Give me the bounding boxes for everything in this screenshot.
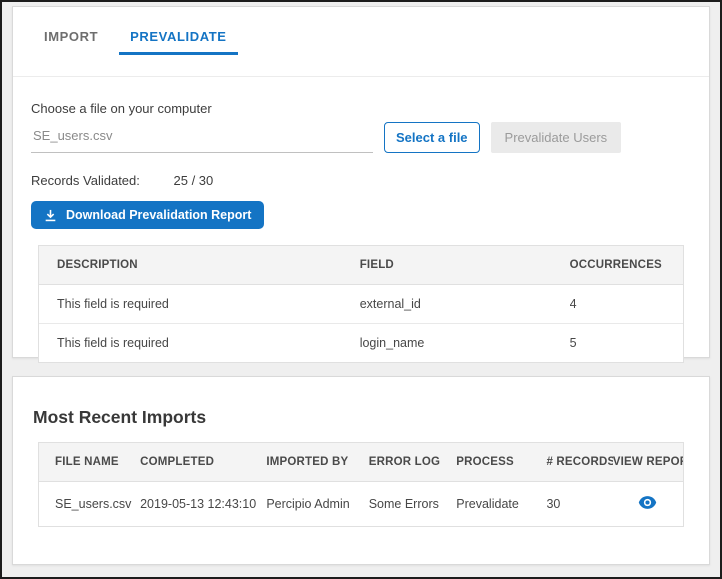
column-header-records: # RECORDS bbox=[546, 443, 612, 482]
recent-imports-header-row: FILE NAME COMPLETED IMPORTED BY ERROR LO… bbox=[39, 443, 683, 482]
cell-field: external_id bbox=[360, 285, 570, 324]
column-header-field: FIELD bbox=[360, 246, 570, 285]
cell-occurrences: 5 bbox=[570, 324, 683, 363]
column-header-imported-by: IMPORTED BY bbox=[266, 443, 368, 482]
column-header-error-log: ERROR LOG bbox=[369, 443, 457, 482]
download-icon bbox=[44, 209, 57, 222]
cell-process: Prevalidate bbox=[456, 482, 546, 527]
column-header-view-report: VIEW REPORT bbox=[613, 443, 683, 482]
column-header-occurrences: OCCURRENCES bbox=[570, 246, 683, 285]
recent-imports-content: FILE NAME COMPLETED IMPORTED BY ERROR LO… bbox=[13, 442, 709, 527]
cell-view-report bbox=[613, 482, 683, 527]
cell-description: This field is required bbox=[39, 285, 360, 324]
download-report-button[interactable]: Download Prevalidation Report bbox=[31, 201, 264, 229]
column-header-description: DESCRIPTION bbox=[39, 246, 360, 285]
column-header-completed: COMPLETED bbox=[140, 443, 266, 482]
validation-table-header-row: DESCRIPTION FIELD OCCURRENCES bbox=[39, 246, 683, 285]
eye-icon bbox=[638, 497, 657, 512]
prevalidate-content: Choose a file on your computer Select a … bbox=[13, 101, 709, 363]
recent-imports-table: FILE NAME COMPLETED IMPORTED BY ERROR LO… bbox=[38, 442, 684, 527]
cell-records: 30 bbox=[546, 482, 612, 527]
table-row: SE_users.csv 2019-05-13 12:43:10 Percipi… bbox=[39, 482, 683, 527]
tab-bar: IMPORT PREVALIDATE bbox=[13, 7, 709, 77]
recent-imports-panel: Most Recent Imports FILE NAME COMPLETED … bbox=[12, 376, 710, 565]
app-window: IMPORT PREVALIDATE Choose a file on your… bbox=[0, 0, 722, 579]
validation-table: DESCRIPTION FIELD OCCURRENCES This field… bbox=[38, 245, 684, 363]
cell-completed: 2019-05-13 12:43:10 bbox=[140, 482, 266, 527]
cell-file-name: SE_users.csv bbox=[39, 482, 140, 527]
prevalidate-users-button[interactable]: Prevalidate Users bbox=[491, 122, 622, 153]
choose-file-label: Choose a file on your computer bbox=[31, 101, 691, 116]
records-validated-label: Records Validated: bbox=[31, 173, 140, 188]
cell-field: login_name bbox=[360, 324, 570, 363]
column-header-file-name: FILE NAME bbox=[39, 443, 140, 482]
download-report-label: Download Prevalidation Report bbox=[66, 208, 251, 222]
file-name-input[interactable] bbox=[31, 118, 373, 153]
file-row: Select a file Prevalidate Users bbox=[31, 118, 691, 153]
table-row: This field is required login_name 5 bbox=[39, 324, 683, 363]
cell-occurrences: 4 bbox=[570, 285, 683, 324]
column-header-process: PROCESS bbox=[456, 443, 546, 482]
tab-prevalidate[interactable]: PREVALIDATE bbox=[119, 29, 237, 55]
records-validated-value: 25 / 30 bbox=[174, 173, 214, 188]
cell-description: This field is required bbox=[39, 324, 360, 363]
records-validated-row: Records Validated: 25 / 30 bbox=[31, 173, 691, 188]
recent-imports-title: Most Recent Imports bbox=[33, 407, 709, 428]
select-file-button[interactable]: Select a file bbox=[384, 122, 480, 153]
cell-imported-by: Percipio Admin bbox=[266, 482, 368, 527]
tab-import[interactable]: IMPORT bbox=[33, 29, 109, 55]
cell-error-log: Some Errors bbox=[369, 482, 457, 527]
prevalidate-panel: IMPORT PREVALIDATE Choose a file on your… bbox=[12, 6, 710, 358]
view-report-button[interactable] bbox=[638, 496, 657, 509]
table-row: This field is required external_id 4 bbox=[39, 285, 683, 324]
